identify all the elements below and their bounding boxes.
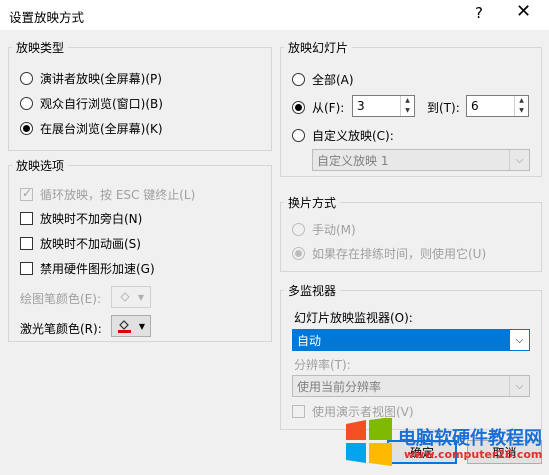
slideshow-settings-dialog: 设置放映方式 ? ✕ 放映类型 演讲者放映(全屏幕)(P) 观众自行浏览(窗口)…	[0, 0, 549, 475]
spin-up-icon[interactable]: ▲	[515, 96, 528, 106]
radio-all-slides-label: 全部(A)	[312, 73, 354, 87]
check-no-narration[interactable]: 放映时不加旁白(N)	[20, 210, 142, 227]
radio-use-timings-circle[interactable]	[292, 247, 305, 260]
radio-custom-show[interactable]: 自定义放映(C):	[292, 127, 394, 144]
spinner-arrows: ▲ ▼	[400, 96, 414, 116]
check-no-animation-label: 放映时不加动画(S)	[40, 237, 141, 251]
watermark-title: 电脑软硬件教程网	[398, 428, 542, 449]
chevron-down-icon: ⌵	[509, 150, 529, 170]
to-slide-label: 到(T):	[427, 101, 460, 115]
chevron-down-icon: ▼	[138, 321, 146, 331]
check-loop-label: 循环放映，按 ESC 键终止(L)	[40, 188, 196, 202]
radio-manual[interactable]: 手动(M)	[292, 221, 356, 238]
radio-from-slide-label: 从(F):	[312, 101, 345, 115]
monitor-value: 自动	[297, 333, 322, 348]
radio-manual-label: 手动(M)	[312, 223, 356, 237]
custom-show-value: 自定义放映 1	[317, 153, 389, 168]
show-type-legend: 放映类型	[12, 39, 69, 56]
radio-use-timings[interactable]: 如果存在排练时间，则使用它(U)	[292, 245, 486, 262]
spin-down-icon[interactable]: ▼	[401, 106, 414, 116]
custom-show-select[interactable]: 自定义放映 1 ⌵	[312, 149, 530, 171]
watermark: 电脑软硬件教程网 www.computer26.com	[342, 412, 549, 475]
slides-legend: 放映幻灯片	[284, 39, 353, 56]
radio-custom-show-circle[interactable]	[292, 129, 305, 142]
radio-all-slides-circle[interactable]	[292, 73, 305, 86]
from-slide-spinner[interactable]: 3 ▲ ▼	[352, 95, 415, 117]
check-loop[interactable]: 循环放映，按 ESC 键终止(L)	[20, 186, 195, 203]
chevron-down-icon: ⌵	[509, 376, 529, 396]
resolution-label-row: 分辨率(T):	[294, 356, 351, 373]
check-no-narration-label: 放映时不加旁白(N)	[40, 212, 143, 226]
windows-logo-icon	[346, 418, 392, 466]
to-slide-label-row: 到(T):	[427, 99, 460, 116]
show-options-legend: 放映选项	[12, 157, 69, 174]
radio-browsed-window[interactable]: 观众自行浏览(窗口)(B)	[20, 95, 163, 112]
check-presenter-view-box[interactable]	[292, 405, 305, 418]
radio-presenter[interactable]: 演讲者放映(全屏幕)(P)	[20, 70, 162, 87]
pen-color-row: 绘图笔颜色(E):	[20, 290, 101, 307]
resolution-select[interactable]: 使用当前分辨率 ⌵	[292, 375, 530, 397]
check-no-animation[interactable]: 放映时不加动画(S)	[20, 235, 141, 252]
monitor-select[interactable]: 自动 ⌵	[292, 329, 530, 351]
radio-all-slides[interactable]: 全部(A)	[292, 71, 354, 88]
radio-manual-circle[interactable]	[292, 223, 305, 236]
pen-color-button[interactable]: ▼	[111, 286, 151, 308]
monitor-label: 幻灯片放映监视器(O):	[294, 311, 413, 325]
check-disable-hw-accel[interactable]: 禁用硬件图形加速(G)	[20, 260, 155, 277]
spinner-arrows: ▲ ▼	[514, 96, 528, 116]
to-slide-value[interactable]: 6	[467, 96, 514, 116]
paint-bucket-icon	[117, 320, 131, 333]
radio-use-timings-label: 如果存在排练时间，则使用它(U)	[312, 247, 487, 261]
radio-from-slide-circle[interactable]	[292, 101, 305, 114]
check-disable-hw-accel-box[interactable]	[20, 262, 33, 275]
advance-legend: 换片方式	[284, 194, 341, 211]
radio-presenter-circle[interactable]	[20, 72, 33, 85]
radio-browsed-window-label: 观众自行浏览(窗口)(B)	[40, 97, 163, 111]
radio-presenter-label: 演讲者放映(全屏幕)(P)	[40, 72, 162, 86]
spin-down-icon[interactable]: ▼	[515, 106, 528, 116]
watermark-url: www.computer26.com	[404, 448, 543, 461]
chevron-down-icon: ▼	[137, 292, 145, 302]
check-loop-box[interactable]	[20, 186, 33, 201]
title-bar: 设置放映方式 ? ✕	[0, 0, 549, 30]
check-disable-hw-accel-label: 禁用硬件图形加速(G)	[40, 262, 155, 276]
from-slide-value[interactable]: 3	[353, 96, 400, 116]
close-button[interactable]: ✕	[516, 1, 531, 22]
radio-kiosk-label: 在展台浏览(全屏幕)(K)	[40, 122, 163, 136]
laser-color-row: 激光笔颜色(R):	[20, 320, 102, 337]
resolution-value: 使用当前分辨率	[297, 379, 382, 394]
paint-bucket-icon	[120, 292, 130, 302]
monitor-label-row: 幻灯片放映监视器(O):	[294, 309, 413, 326]
laser-color-label: 激光笔颜色(R):	[20, 322, 102, 336]
pen-color-label: 绘图笔颜色(E):	[20, 292, 101, 306]
resolution-label: 分辨率(T):	[294, 358, 351, 372]
dialog-title: 设置放映方式	[9, 10, 85, 25]
chevron-down-icon: ⌵	[509, 330, 529, 350]
radio-custom-show-label: 自定义放映(C):	[312, 129, 394, 143]
monitors-legend: 多监视器	[284, 282, 341, 299]
to-slide-spinner[interactable]: 6 ▲ ▼	[466, 95, 529, 117]
check-no-animation-box[interactable]	[20, 237, 33, 250]
spin-up-icon[interactable]: ▲	[401, 96, 414, 106]
radio-from-slide[interactable]: 从(F):	[292, 99, 344, 116]
radio-kiosk[interactable]: 在展台浏览(全屏幕)(K)	[20, 120, 163, 137]
radio-browsed-window-circle[interactable]	[20, 97, 33, 110]
radio-kiosk-circle[interactable]	[20, 122, 33, 135]
check-no-narration-box[interactable]	[20, 212, 33, 225]
laser-color-button[interactable]: ▼	[111, 315, 151, 337]
help-button[interactable]: ?	[475, 4, 483, 22]
